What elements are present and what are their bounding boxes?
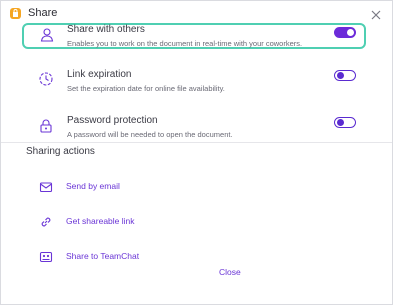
get-shareable-link-label: Get shareable link: [66, 216, 135, 226]
link-icon: [39, 215, 53, 229]
option-title-password: Password protection: [67, 115, 158, 126]
section-divider: [1, 142, 392, 143]
share-users-icon: [39, 27, 55, 43]
expiration-toggle[interactable]: [334, 70, 356, 81]
dialog-titlebar: Share: [1, 1, 392, 25]
lock-icon: [38, 118, 54, 134]
share-toggle[interactable]: [334, 27, 356, 38]
share-to-teamchat-action[interactable]: Share to TeamChat: [39, 249, 239, 265]
toggle-knob: [347, 29, 354, 36]
share-to-teamchat-label: Share to TeamChat: [66, 251, 140, 261]
teamchat-icon: [39, 250, 53, 264]
clock-icon: [38, 71, 54, 87]
option-title-expiration: Link expiration: [67, 69, 132, 80]
toggle-knob: [336, 118, 344, 126]
close-button[interactable]: Close: [219, 267, 241, 277]
option-desc-password: A password will be needed to open the do…: [67, 130, 233, 139]
option-title-share: Share with others: [67, 24, 145, 35]
option-desc-share: Enables you to work on the document in r…: [67, 39, 303, 48]
close-icon[interactable]: [370, 8, 382, 20]
email-icon: [39, 180, 53, 194]
option-desc-expiration: Set the expiration date for online file …: [67, 84, 225, 93]
password-toggle[interactable]: [334, 117, 356, 128]
sharing-actions-title: Sharing actions: [26, 146, 95, 157]
toggle-knob: [336, 71, 344, 79]
get-shareable-link-action[interactable]: Get shareable link: [39, 214, 239, 230]
send-by-email-action[interactable]: Send by email: [39, 179, 239, 195]
share-dialog: Share Share with others Enables you to w…: [0, 0, 393, 305]
app-logo-icon: [10, 8, 21, 19]
send-by-email-label: Send by email: [66, 181, 120, 191]
dialog-title: Share: [28, 7, 58, 19]
